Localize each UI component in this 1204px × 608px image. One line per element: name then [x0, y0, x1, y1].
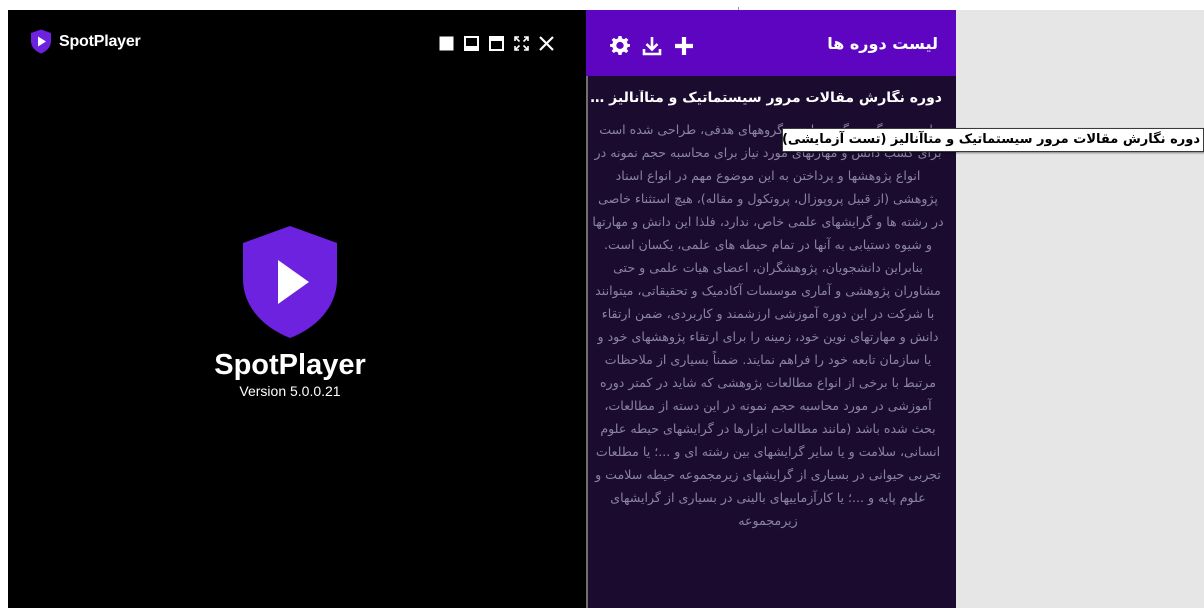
course-item[interactable]: دوره نگارش مقالات مرور سیستماتیک و متاآن… — [590, 90, 946, 608]
app-name: SpotPlayer — [214, 349, 366, 381]
course-list-panel: لیست دوره ها دوره نگارش مقالات مرور سیست… — [586, 10, 956, 608]
panel-scrollbar[interactable] — [586, 76, 588, 608]
course-description: با توجه به گستردگی جوامع و گروههای هدفی،… — [592, 122, 944, 528]
gear-icon[interactable] — [610, 36, 630, 56]
panel-header: لیست دوره ها — [586, 10, 956, 76]
player-area: SpotPlayer SpotPlayer Version 5.0.0.21 — [8, 10, 586, 608]
plus-icon[interactable] — [674, 36, 694, 56]
center-logo: SpotPlayer Version 5.0.0.21 — [189, 225, 391, 399]
empty-side-area — [956, 10, 1204, 608]
spotplayer-shield-icon — [189, 225, 391, 339]
download-icon[interactable] — [642, 36, 662, 56]
window-controls — [438, 35, 555, 52]
fullscreen-icon[interactable] — [513, 35, 530, 52]
brand: SpotPlayer — [30, 29, 141, 54]
spotplayer-logo-icon — [30, 29, 52, 54]
course-title-tooltip: دوره نگارش مقالات مرور سیستماتیک و متاآن… — [782, 128, 1204, 152]
panel-actions — [610, 36, 694, 56]
panel-title: لیست دوره ها — [827, 34, 938, 53]
close-icon[interactable] — [538, 35, 555, 52]
spotplayer-window: SpotPlayer SpotPlayer Version 5.0.0.21 ل… — [8, 10, 956, 608]
square-filled-icon[interactable] — [438, 35, 455, 52]
window-top-bar-icon[interactable] — [488, 35, 505, 52]
app-version: Version 5.0.0.21 — [239, 383, 341, 399]
course-title: دوره نگارش مقالات مرور سیستماتیک و متاآن… — [590, 90, 942, 106]
window-bottom-bar-icon[interactable] — [463, 35, 480, 52]
brand-name: SpotPlayer — [59, 32, 141, 50]
